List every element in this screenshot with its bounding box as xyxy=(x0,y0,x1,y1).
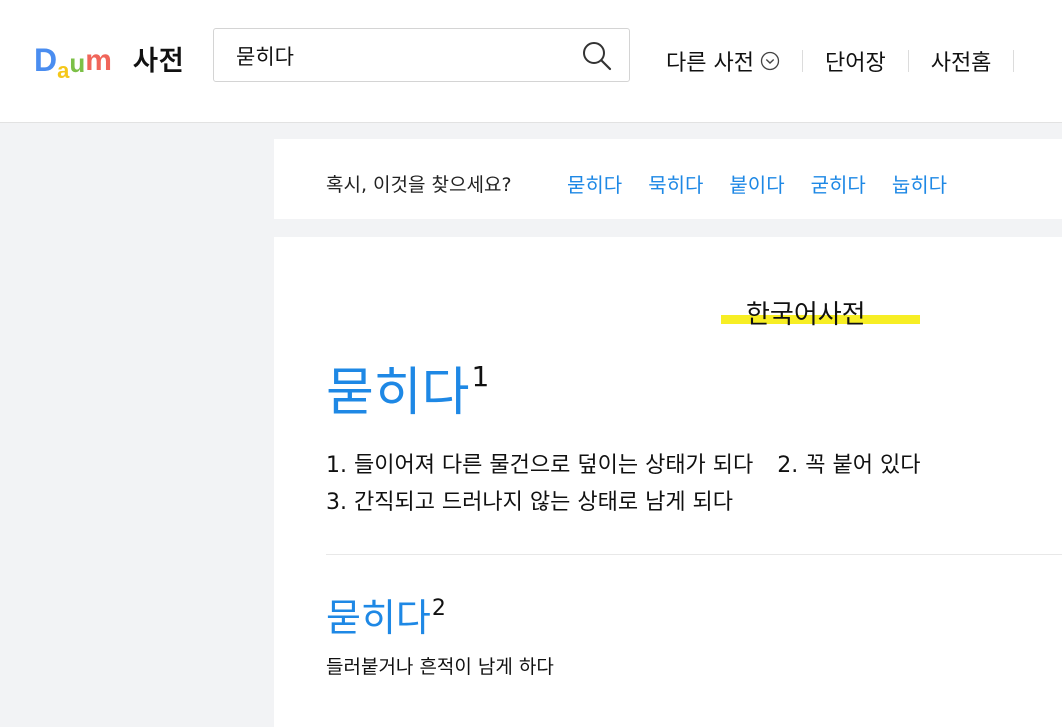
entry-word: 묻히다 xyxy=(326,363,470,423)
service-name[interactable]: 사전 xyxy=(133,39,185,78)
section-title[interactable]: 한국어사전 xyxy=(746,294,866,331)
nav-divider xyxy=(907,50,909,72)
entry-definitions: 1. 들이어져 다른 물건으로 덮이는 상태가 되다 2. 꼭 붙어 있다 3. … xyxy=(326,447,920,521)
logo-letter: D xyxy=(34,42,58,78)
suggestion-link[interactable]: 눕히다 xyxy=(892,169,947,198)
search-input[interactable] xyxy=(236,41,566,71)
chevron-down-circle-icon xyxy=(760,51,780,71)
suggestion-link[interactable]: 묵히다 xyxy=(648,169,703,198)
suggestion-bar: 혹시, 이것을 찾으세요? 묻히다 묵히다 붙이다 굳히다 눕히다 xyxy=(274,139,1062,219)
search-box xyxy=(213,28,630,82)
nav-divider xyxy=(1013,50,1015,72)
entry-headword[interactable]: 묻히다1 xyxy=(326,363,489,420)
entry-divider xyxy=(326,554,1062,555)
suggestion-link[interactable]: 붙이다 xyxy=(729,169,784,198)
suggestion-label: 혹시, 이것을 찾으세요? xyxy=(326,174,512,196)
search-results: 한국어사전 묻히다1 1. 들이어져 다른 물건으로 덮이는 상태가 되다 2. … xyxy=(274,237,1062,727)
suggestion-links: 묻히다 묵히다 붙이다 굳히다 눕히다 xyxy=(567,169,973,198)
entry-homonym-number: 1 xyxy=(471,360,490,393)
entry-definitions: 들러붙거나 흔적이 남게 하다 xyxy=(326,652,554,679)
definition-item: 2. 꼭 붙어 있다 xyxy=(777,453,921,478)
daum-logo[interactable]: D a u m xyxy=(34,40,112,82)
search-icon[interactable] xyxy=(581,40,613,72)
global-nav: 다른 사전 단어장 사전홈 xyxy=(666,45,1036,77)
nav-label: 단어장 xyxy=(824,51,886,76)
logo-letter: u xyxy=(69,48,86,78)
logo-letter: a xyxy=(57,58,70,83)
nav-divider xyxy=(801,50,803,72)
suggestion-link[interactable]: 굳히다 xyxy=(811,169,866,198)
entry-headword[interactable]: 묻히다2 xyxy=(326,596,446,640)
nav-wordbook[interactable]: 단어장 xyxy=(825,45,886,77)
entry-homonym-number: 2 xyxy=(431,596,446,621)
nav-dictionary-home[interactable]: 사전홈 xyxy=(931,45,992,77)
suggestion-link[interactable]: 묻히다 xyxy=(567,169,622,198)
section-title-text: 한국어사전 xyxy=(746,300,866,330)
nav-label: 다른 사전 xyxy=(666,51,754,76)
nav-other-dictionaries[interactable]: 다른 사전 xyxy=(666,45,780,77)
nav-label: 사전홈 xyxy=(930,51,992,76)
logo-letter: m xyxy=(85,44,112,77)
definition-item: 3. 간직되고 드러나지 않는 상태로 남게 되다 xyxy=(326,490,734,515)
header: D a u m 사전 다른 사전 단어장 사전홈 xyxy=(0,0,1062,123)
definition-item: 들러붙거나 흔적이 남게 하다 xyxy=(326,656,554,678)
definition-item: 1. 들이어져 다른 물건으로 덮이는 상태가 되다 xyxy=(326,453,754,478)
entry-word: 묻히다 xyxy=(326,596,431,640)
